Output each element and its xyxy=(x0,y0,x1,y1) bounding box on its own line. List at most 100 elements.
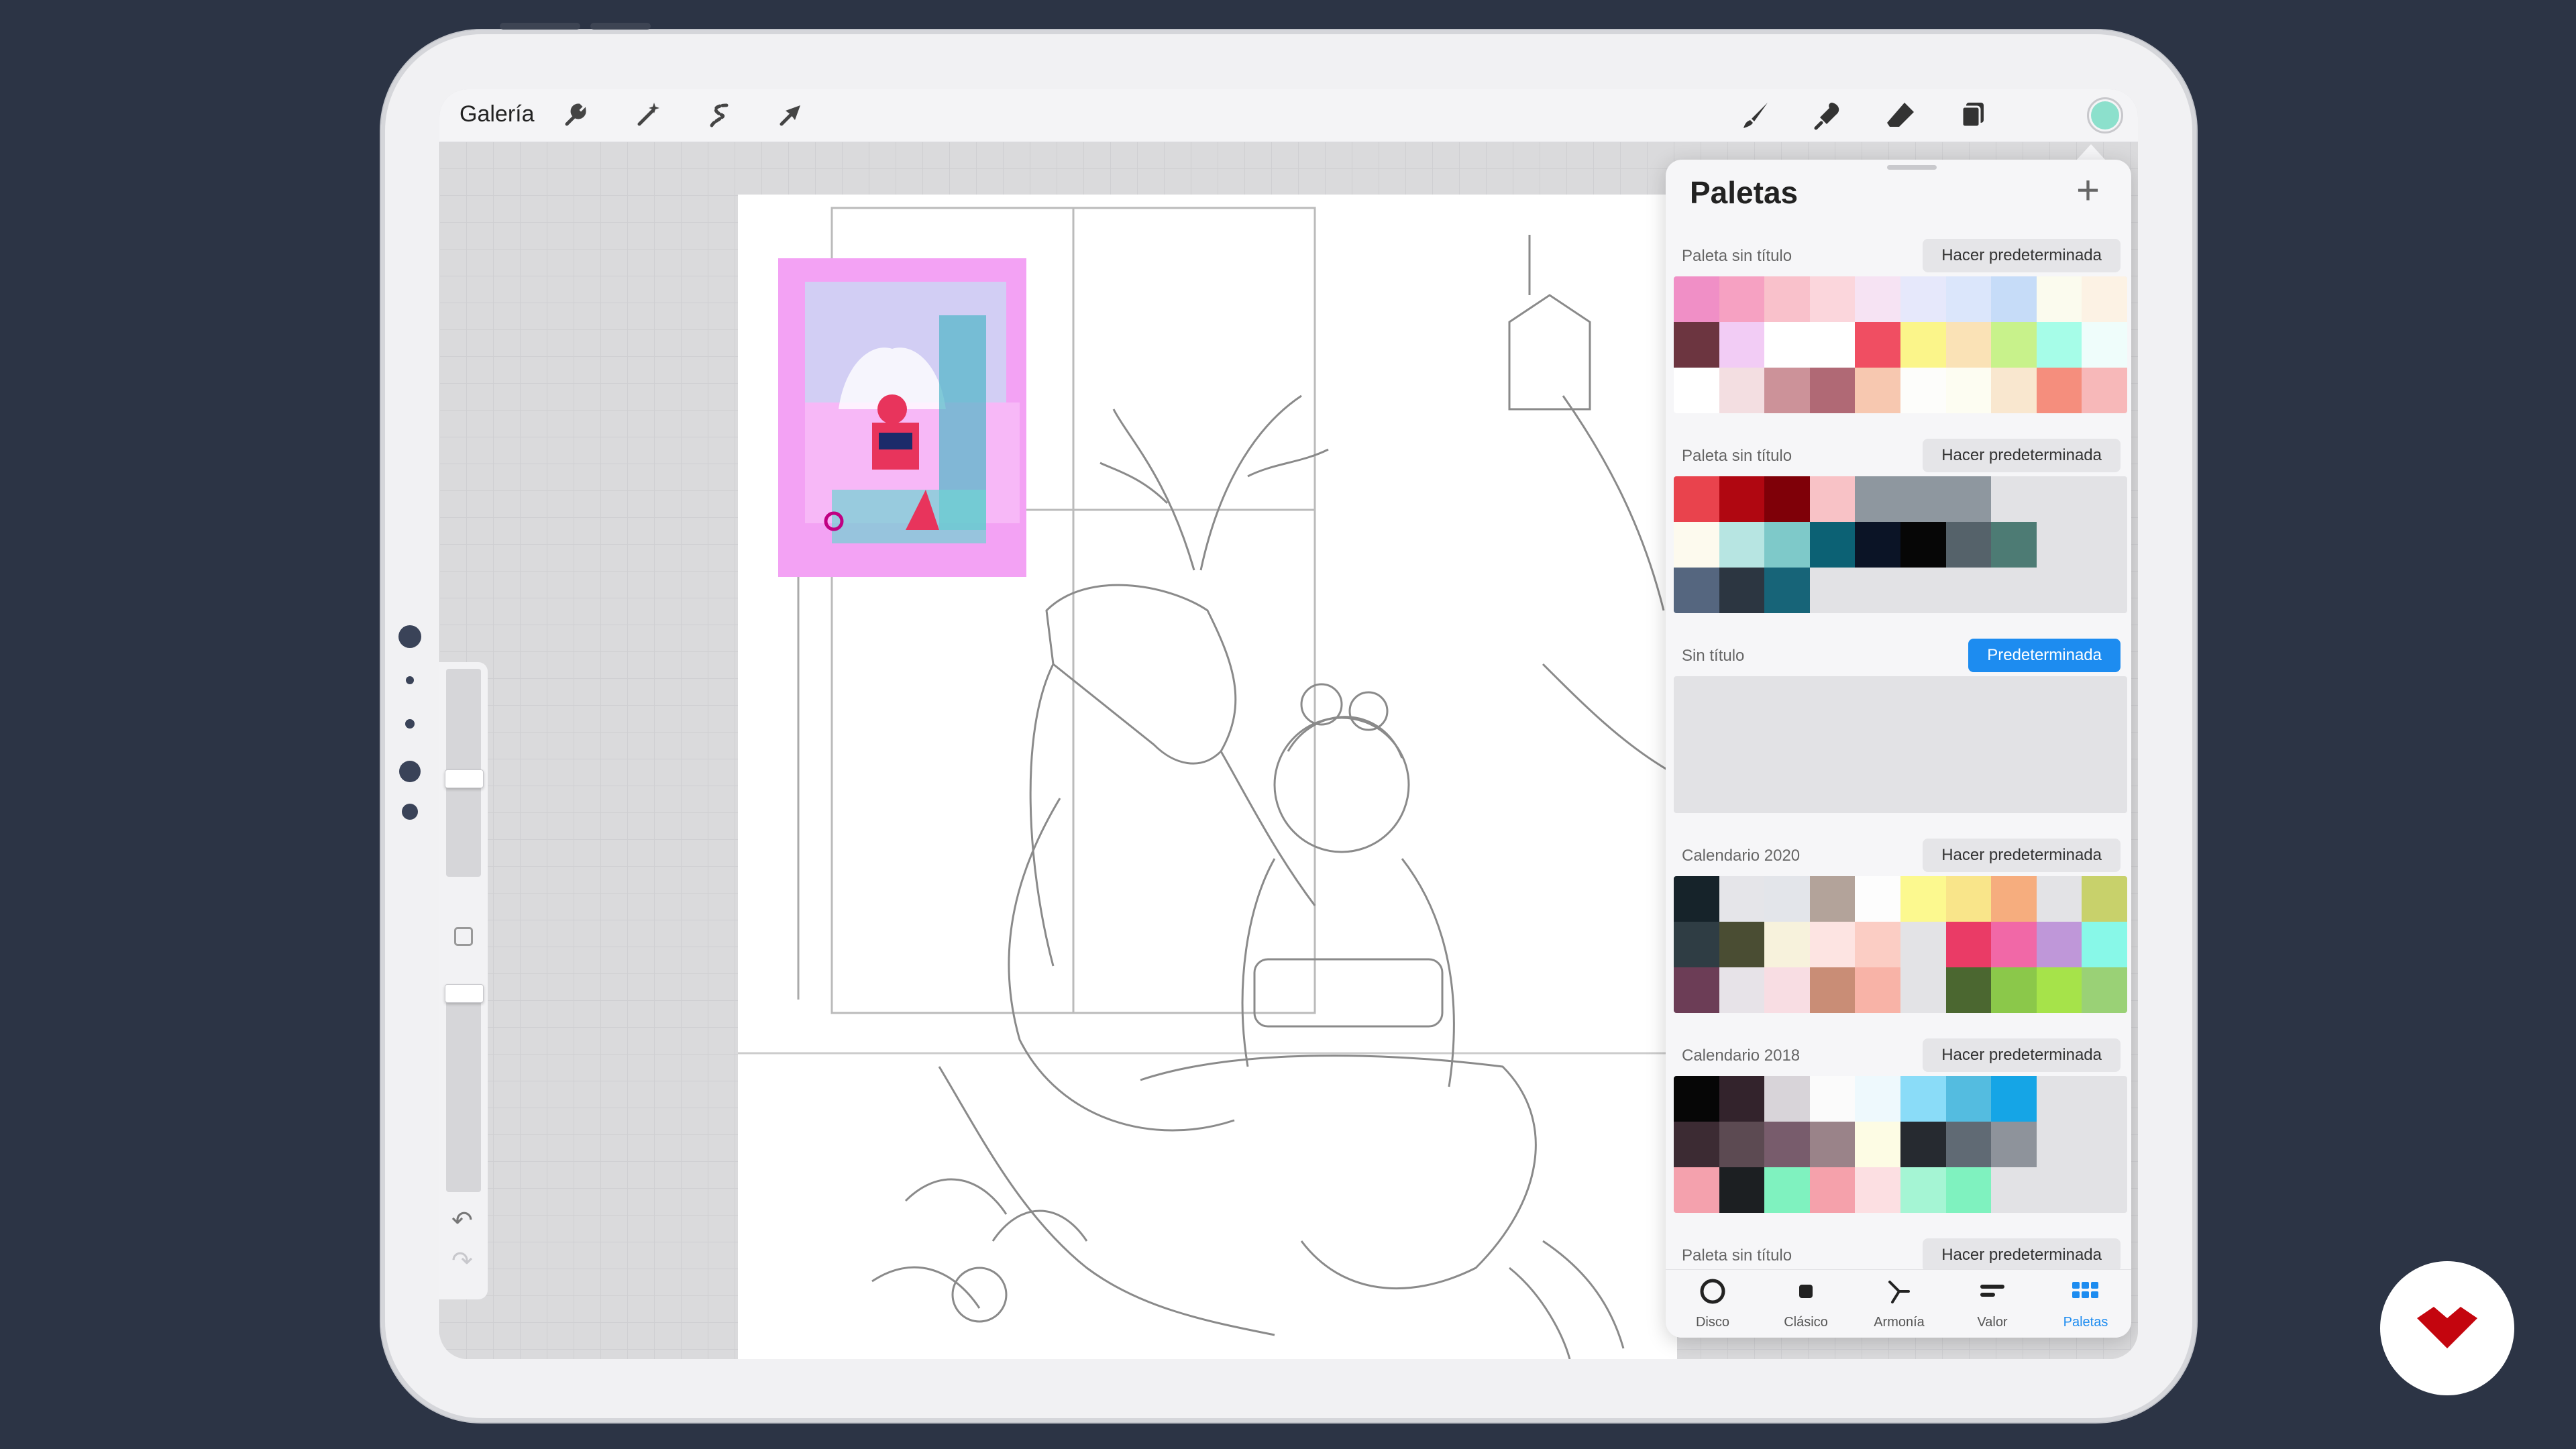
color-swatch[interactable] xyxy=(2082,476,2127,522)
color-swatch[interactable] xyxy=(1855,722,1900,767)
gallery-button[interactable]: Galería xyxy=(460,101,535,127)
color-swatch[interactable] xyxy=(1900,1122,1946,1167)
palette-list[interactable]: Paleta sin título Hacer predeterminada Pal… xyxy=(1666,237,2131,1271)
color-swatch[interactable] xyxy=(1991,922,2037,967)
drawing-canvas[interactable] xyxy=(738,195,1677,1359)
color-swatch[interactable] xyxy=(1900,522,1946,568)
palette-title[interactable]: Sin título xyxy=(1682,647,1744,665)
color-swatch[interactable] xyxy=(1900,967,1946,1013)
color-swatch[interactable] xyxy=(1674,322,1719,368)
smudge-icon[interactable] xyxy=(1812,99,1844,131)
color-swatch[interactable] xyxy=(1946,568,1992,613)
color-swatch[interactable] xyxy=(2082,368,2127,413)
color-swatch[interactable] xyxy=(2036,876,2082,922)
color-swatch[interactable] xyxy=(1764,1167,1810,1213)
color-swatch[interactable] xyxy=(1855,476,1900,522)
color-swatch[interactable] xyxy=(1809,522,1856,568)
tab-valor[interactable]: Valor xyxy=(1945,1277,2039,1330)
color-swatch[interactable] xyxy=(1764,1076,1810,1122)
color-swatch[interactable] xyxy=(1719,876,1765,922)
color-swatch[interactable] xyxy=(1900,876,1946,922)
color-swatch[interactable] xyxy=(1764,767,1810,813)
color-swatch[interactable] xyxy=(2036,368,2082,413)
color-swatch[interactable] xyxy=(2082,967,2127,1013)
brush-icon[interactable] xyxy=(1739,99,1772,131)
palette-section[interactable]: Calendario 2020 Hacer predeterminada xyxy=(1666,837,2131,1037)
panel-grabber[interactable] xyxy=(1887,165,1937,170)
opacity-knob[interactable] xyxy=(445,984,484,1003)
color-swatch[interactable] xyxy=(1855,1076,1900,1122)
color-swatch[interactable] xyxy=(1900,922,1946,967)
color-swatch[interactable] xyxy=(1855,322,1900,368)
color-swatch[interactable] xyxy=(1719,522,1765,568)
color-swatch[interactable] xyxy=(2036,967,2082,1013)
color-swatch[interactable] xyxy=(1945,967,1992,1013)
make-default-button[interactable]: Hacer predeterminada xyxy=(1923,239,2121,272)
color-swatch[interactable] xyxy=(1900,276,1946,322)
color-swatch[interactable] xyxy=(2037,476,2082,522)
color-swatch[interactable] xyxy=(1809,476,1856,522)
color-swatch[interactable] xyxy=(1991,476,2037,522)
color-swatch[interactable] xyxy=(1900,722,1946,767)
redo-icon[interactable]: ↷ xyxy=(451,1246,473,1276)
color-swatch[interactable] xyxy=(1719,322,1765,368)
color-swatch[interactable] xyxy=(2037,676,2082,722)
palette-title[interactable]: Calendario 2020 xyxy=(1682,847,1800,865)
color-swatch[interactable] xyxy=(2082,722,2127,767)
color-swatch[interactable] xyxy=(2037,767,2082,813)
color-swatch[interactable] xyxy=(1719,767,1765,813)
color-swatch[interactable] xyxy=(1991,676,2037,722)
color-swatch[interactable] xyxy=(1900,368,1946,413)
color-swatch[interactable] xyxy=(1764,476,1810,522)
palette-section[interactable]: Paleta sin título Hacer predeterminada xyxy=(1666,437,2131,637)
color-swatch[interactable] xyxy=(1810,568,1856,613)
color-swatch[interactable] xyxy=(1719,1167,1765,1213)
color-swatch[interactable] xyxy=(1719,922,1765,967)
color-swatch[interactable] xyxy=(1764,322,1810,368)
color-swatch[interactable] xyxy=(2082,1167,2127,1213)
color-swatch[interactable] xyxy=(1809,1167,1856,1213)
palette-section[interactable]: Sin título Predeterminada xyxy=(1666,637,2131,837)
color-swatch[interactable] xyxy=(1991,1076,2037,1122)
color-swatch[interactable] xyxy=(2082,922,2127,967)
color-swatch[interactable] xyxy=(1719,476,1765,522)
color-icon[interactable] xyxy=(2087,97,2123,133)
color-swatch[interactable] xyxy=(1945,522,1992,568)
color-swatch[interactable] xyxy=(1719,368,1765,413)
color-swatch[interactable] xyxy=(1855,922,1900,967)
palette-title[interactable]: Paleta sin título xyxy=(1682,247,1792,266)
palette-section[interactable]: Calendario 2018 Hacer predeterminada xyxy=(1666,1037,2131,1237)
color-swatch[interactable] xyxy=(1719,1076,1765,1122)
color-swatch[interactable] xyxy=(2036,322,2082,368)
color-swatch[interactable] xyxy=(1945,1167,1992,1213)
make-default-button[interactable]: Hacer predeterminada xyxy=(1923,439,2121,472)
color-swatch[interactable] xyxy=(1900,476,1946,522)
color-swatch[interactable] xyxy=(1674,276,1719,322)
color-swatch[interactable] xyxy=(1945,368,1992,413)
palette-section[interactable]: Paleta sin título Hacer predeterminada xyxy=(1666,237,2131,437)
palette-title[interactable]: Paleta sin título xyxy=(1682,447,1792,466)
color-swatch[interactable] xyxy=(2036,276,2082,322)
color-swatch[interactable] xyxy=(1855,876,1900,922)
color-swatch[interactable] xyxy=(1809,368,1856,413)
color-swatch[interactable] xyxy=(1946,767,1992,813)
opacity-slider[interactable] xyxy=(445,984,484,1192)
color-swatch[interactable] xyxy=(2037,722,2082,767)
color-swatch[interactable] xyxy=(1900,322,1946,368)
color-swatch[interactable] xyxy=(1855,1167,1900,1213)
color-swatch[interactable] xyxy=(1719,568,1765,613)
color-swatch[interactable] xyxy=(1674,967,1719,1013)
undo-icon[interactable]: ↶ xyxy=(451,1205,473,1236)
color-swatch[interactable] xyxy=(2082,876,2127,922)
color-swatch[interactable] xyxy=(1945,1076,1992,1122)
color-swatch[interactable] xyxy=(1991,767,2037,813)
color-swatch[interactable] xyxy=(1674,676,1719,722)
color-swatch[interactable] xyxy=(1945,476,1992,522)
color-swatch[interactable] xyxy=(1810,767,1856,813)
palette-title[interactable]: Paleta sin título xyxy=(1682,1246,1792,1265)
color-swatch[interactable] xyxy=(1945,322,1992,368)
brush-size-slider[interactable] xyxy=(445,669,484,877)
color-swatch[interactable] xyxy=(1946,722,1992,767)
color-swatch[interactable] xyxy=(1764,967,1810,1013)
color-swatch[interactable] xyxy=(1855,767,1900,813)
